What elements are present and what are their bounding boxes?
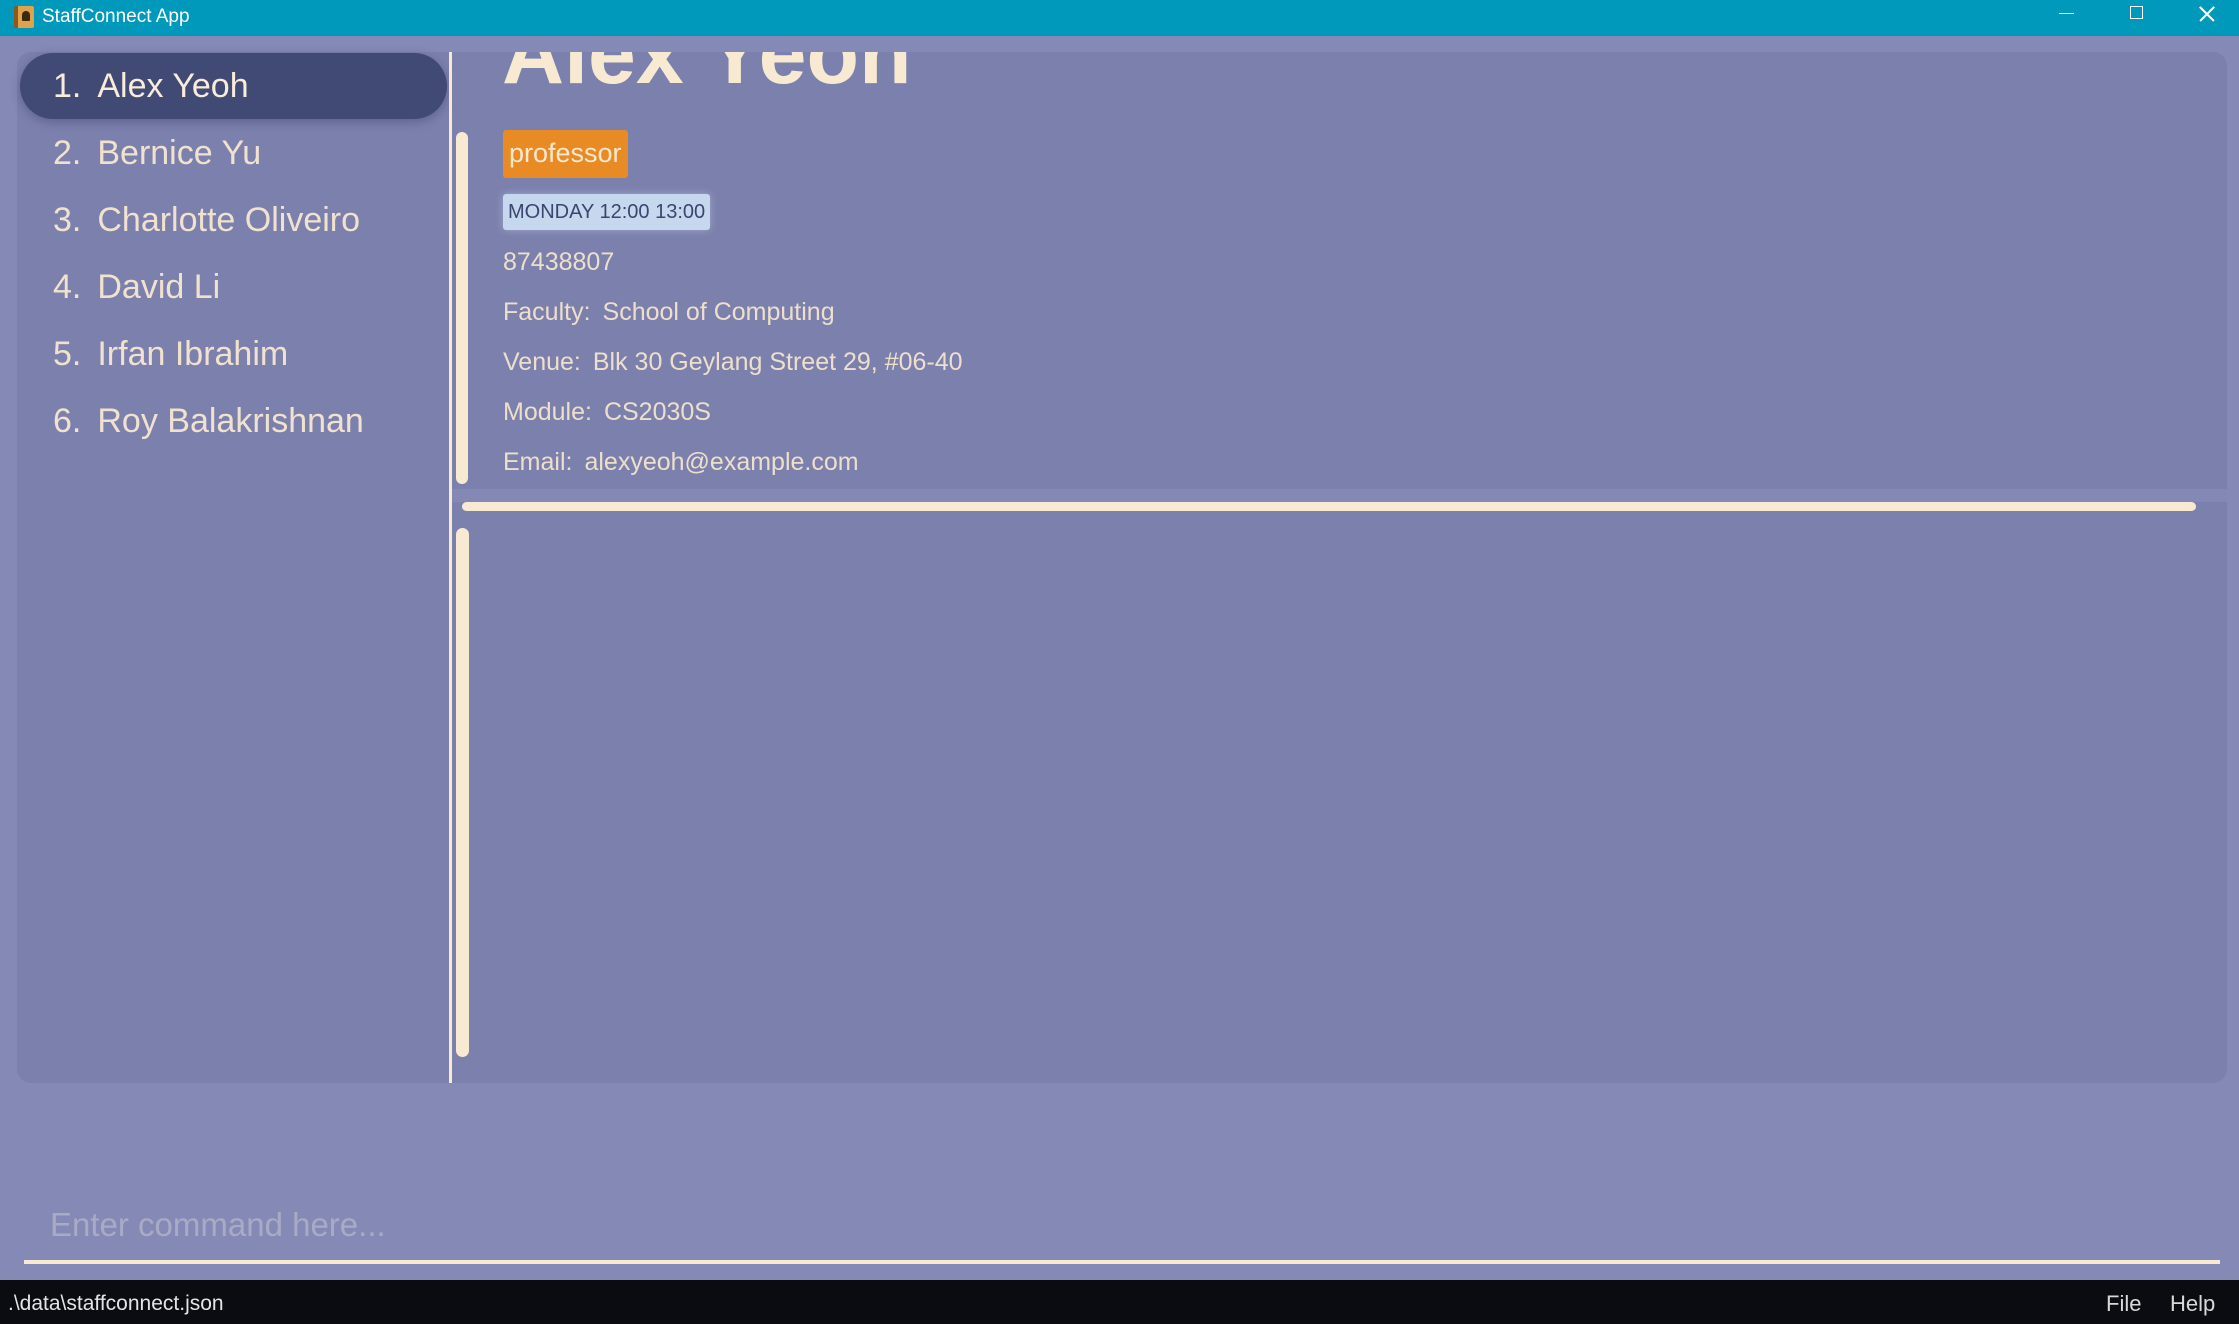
email-value: alexyeoh@example.com: [584, 448, 859, 476]
list-item-index: 1.: [53, 67, 82, 105]
list-item-index: 4.: [53, 268, 82, 306]
minimize-icon[interactable]: [2031, 0, 2101, 36]
close-icon[interactable]: [2171, 0, 2239, 36]
data-file-path: .\data\staffconnect.json: [8, 1292, 224, 1315]
list-item-name: Charlotte Oliveiro: [97, 201, 361, 239]
staff-list-item[interactable]: 1. Alex Yeoh: [20, 53, 447, 119]
staff-list-item[interactable]: 2. Bernice Yu: [20, 120, 447, 186]
list-item-index: 3.: [53, 201, 82, 239]
faculty-label: Faculty:: [503, 298, 591, 326]
list-item-name: Bernice Yu: [97, 134, 262, 172]
staff-detail-panel: Alex Yeoh professor MONDAY 12:00 13:00 8…: [452, 52, 2227, 1083]
module-value: CS2030S: [603, 398, 711, 426]
venue-label: Venue:: [503, 348, 581, 376]
list-item-index: 2.: [53, 134, 82, 172]
venue-field: Venue: Blk 30 Geylang Street 29, #06-40: [503, 345, 963, 379]
role-tag: professor: [503, 130, 628, 178]
list-item-name: David Li: [97, 268, 221, 306]
person-name-heading: Alex Yeoh: [502, 52, 912, 102]
list-item-name: Roy Balakrishnan: [97, 402, 364, 440]
email-field: Email: alexyeoh@example.com: [503, 445, 859, 479]
title-bar: StaffConnect App: [0, 0, 2239, 36]
list-item-name: Irfan Ibrahim: [97, 335, 289, 373]
email-label: Email:: [503, 448, 573, 476]
staff-list-item[interactable]: 4. David Li: [20, 254, 447, 320]
detail-vertical-scrollbar[interactable]: [456, 132, 468, 484]
list-item-index: 5.: [53, 335, 82, 373]
module-field: Module: CS2030S: [503, 395, 711, 429]
horizontal-scrollbar-track[interactable]: [452, 489, 2227, 502]
staff-list-item[interactable]: 6. Roy Balakrishnan: [20, 388, 447, 454]
availability-tag: MONDAY 12:00 13:00: [503, 194, 711, 230]
window-title: StaffConnect App: [42, 6, 190, 27]
list-item-name: Alex Yeoh: [97, 67, 249, 105]
command-input-underline: [24, 1260, 2220, 1264]
phone-field: 87438807: [503, 245, 614, 279]
phone-value: 87438807: [503, 248, 615, 276]
faculty-field: Faculty: School of Computing: [503, 295, 835, 329]
staff-list-item[interactable]: 3. Charlotte Oliveiro: [20, 187, 447, 253]
staff-detail-card: Alex Yeoh professor MONDAY 12:00 13:00 8…: [452, 52, 2227, 487]
command-input[interactable]: [24, 1190, 2220, 1260]
address-book-icon: [14, 6, 34, 28]
lower-vertical-scrollbar[interactable]: [456, 528, 469, 1057]
status-bar: .\data\staffconnect.json File Help: [0, 1280, 2239, 1324]
list-item-index: 6.: [53, 402, 82, 440]
staff-list-item[interactable]: 5. Irfan Ibrahim: [20, 321, 447, 387]
faculty-value: School of Computing: [602, 298, 835, 326]
staff-list-panel: 1. Alex Yeoh 2. Bernice Yu 3. Charlotte Oli…: [17, 52, 450, 1083]
module-label: Module:: [503, 398, 592, 426]
command-box: [24, 1190, 2220, 1264]
horizontal-scrollbar-thumb[interactable]: [462, 502, 2196, 511]
menu-help[interactable]: Help: [2170, 1292, 2215, 1316]
maximize-icon[interactable]: [2101, 0, 2171, 36]
venue-value: Blk 30 Geylang Street 29, #06-40: [592, 348, 963, 376]
menu-file[interactable]: File: [2106, 1292, 2141, 1316]
